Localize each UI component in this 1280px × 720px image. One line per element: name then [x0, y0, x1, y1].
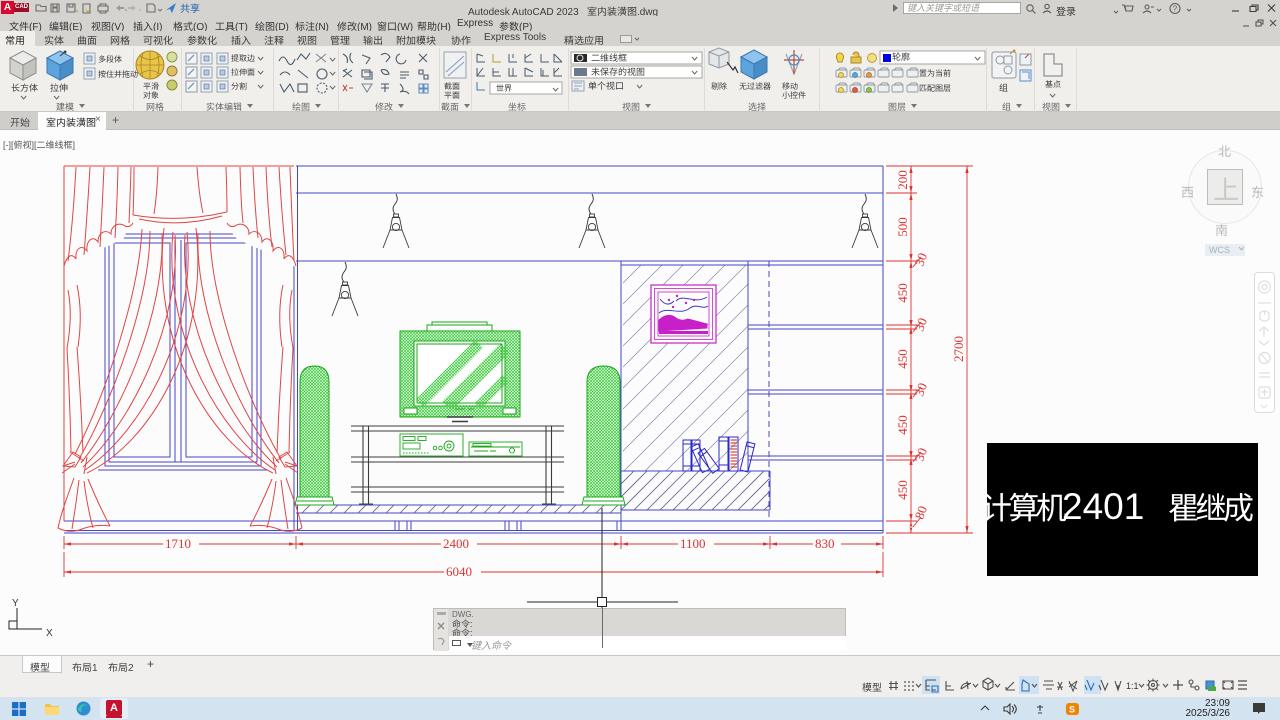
svg-text:6040: 6040: [446, 564, 472, 579]
svg-text:2700: 2700: [951, 336, 966, 362]
svg-text:X: X: [46, 628, 53, 639]
svg-text:200: 200: [895, 170, 910, 190]
svg-text:北: 北: [1218, 141, 1231, 160]
svg-text:450: 450: [895, 480, 910, 500]
svg-text:1:1: 1:1: [1126, 681, 1139, 691]
svg-text:830: 830: [815, 536, 835, 551]
svg-text:西: 西: [1181, 182, 1194, 201]
svg-text:2400: 2400: [443, 536, 469, 551]
svg-text:450: 450: [895, 349, 910, 369]
svg-text:上: 上: [1213, 170, 1239, 207]
svg-text:450: 450: [895, 283, 910, 303]
svg-text:1100: 1100: [680, 536, 706, 551]
svg-text:东: 东: [1251, 182, 1264, 201]
svg-text:2401: 2401: [1062, 489, 1144, 527]
svg-text:450: 450: [895, 415, 910, 435]
svg-text:计算机: 计算机: [981, 489, 1067, 528]
svg-text:WCS: WCS: [1209, 245, 1230, 255]
svg-text:S: S: [1069, 705, 1075, 715]
svg-text:南: 南: [1215, 220, 1228, 239]
svg-text:500: 500: [895, 217, 910, 237]
svg-text:瞿继成: 瞿继成: [1168, 489, 1253, 528]
svg-text:80: 80: [912, 504, 931, 521]
svg-text:Y: Y: [12, 598, 19, 609]
svg-text:1710: 1710: [165, 536, 191, 551]
